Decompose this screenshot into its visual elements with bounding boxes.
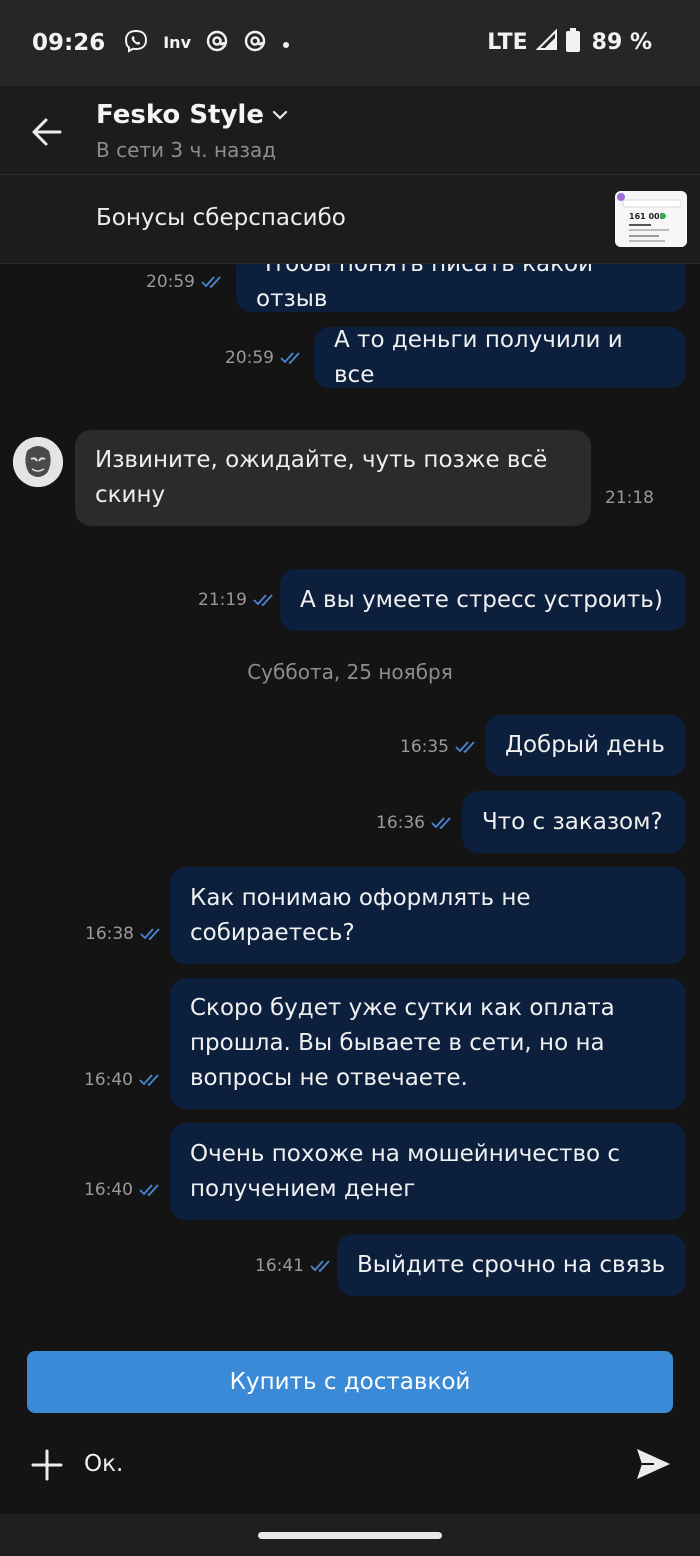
message-time: 16:38 xyxy=(85,924,134,944)
message-bubble-outgoing[interactable]: Выйдите срочно на связь xyxy=(337,1234,686,1296)
status-right: LTE 89 % xyxy=(487,28,652,56)
send-icon[interactable] xyxy=(634,1446,672,1482)
message-bubble-outgoing[interactable]: Как понимаю оформлять не собираетесь? xyxy=(170,867,686,964)
message-bubble-outgoing[interactable]: Добрый день xyxy=(485,715,686,776)
contact-name[interactable]: Fesko Style xyxy=(96,100,264,130)
day-separator: Суббота, 25 ноября xyxy=(247,660,453,684)
battery-level: 89 % xyxy=(591,29,652,55)
message-text: Как понимаю оформлять не собираетесь? xyxy=(190,884,531,946)
message-text: Чтобы понять писать какой отзыв xyxy=(256,264,594,312)
message-meta: 20:59 xyxy=(225,348,306,368)
battery-icon xyxy=(565,28,580,56)
message-time: 20:59 xyxy=(146,272,195,292)
contact-title-row[interactable]: Fesko Style xyxy=(96,100,288,130)
inv-icon: Inv xyxy=(163,32,191,52)
buy-with-delivery-button[interactable]: Купить с доставкой xyxy=(27,1351,673,1413)
dot-icon xyxy=(281,33,291,53)
message-bubble-outgoing[interactable]: Что с заказом? xyxy=(462,791,686,853)
message-meta: 16:40 xyxy=(84,1070,165,1090)
network-label: LTE xyxy=(487,29,528,55)
read-check-icon xyxy=(140,928,160,941)
message-meta: 16:36 xyxy=(376,813,457,833)
message-time: 16:35 xyxy=(400,737,449,757)
message-time: 16:40 xyxy=(84,1070,133,1090)
message-bubble-incoming[interactable]: Извините, ожидайте, чуть позже всё скину xyxy=(75,430,591,526)
read-check-icon xyxy=(455,741,475,754)
listing-thumbnail[interactable]: 161 008 xyxy=(615,191,687,247)
contact-avatar[interactable] xyxy=(13,437,63,487)
message-text: А вы умеете стресс устроить) xyxy=(300,586,663,613)
message-meta: 16:35 xyxy=(400,737,481,757)
read-check-icon xyxy=(431,817,451,830)
message-text: Очень похоже на мошейничество с получени… xyxy=(190,1140,621,1202)
message-meta: 21:19 xyxy=(198,590,279,610)
message-bubble-outgoing[interactable]: Чтобы понять писать какой отзыв xyxy=(236,264,686,312)
message-time: 16:40 xyxy=(84,1180,133,1200)
message-text: Извините, ожидайте, чуть позже всё скину xyxy=(95,447,548,508)
message-time: 16:36 xyxy=(376,813,425,833)
message-meta: 20:59 xyxy=(146,272,227,292)
message-bubble-outgoing[interactable]: Скоро будет уже сутки как оплата прошла.… xyxy=(170,978,686,1109)
at-icon xyxy=(243,29,267,56)
home-gesture-pill[interactable] xyxy=(258,1532,442,1539)
message-bubble-outgoing[interactable]: А то деньги получили и все xyxy=(314,327,686,388)
message-meta: 16:40 xyxy=(84,1180,165,1200)
listing-bar[interactable]: Бонусы сберспасибо 161 008 xyxy=(0,175,700,264)
at-icon xyxy=(205,29,229,56)
viber-icon xyxy=(123,28,149,57)
message-time: 21:19 xyxy=(198,590,247,610)
message-text: Что с заказом? xyxy=(482,808,663,835)
message-time: 20:59 xyxy=(225,348,274,368)
message-meta: 16:41 xyxy=(255,1256,336,1276)
contact-status: В сети 3 ч. назад xyxy=(96,138,277,162)
read-check-icon xyxy=(201,276,221,289)
attach-plus-icon[interactable] xyxy=(30,1448,64,1482)
chat-header: Fesko Style В сети 3 ч. назад xyxy=(0,86,700,175)
message-meta: 16:38 xyxy=(85,924,166,944)
status-bar: 09:26 Inv LTE 89 % xyxy=(0,0,700,86)
message-text: Скоро будет уже сутки как оплата прошла.… xyxy=(190,995,615,1091)
read-check-icon xyxy=(310,1260,330,1273)
read-check-icon xyxy=(253,594,273,607)
message-bubble-outgoing[interactable]: А вы умеете стресс устроить) xyxy=(280,569,686,631)
message-composer xyxy=(0,1432,700,1498)
message-input[interactable] xyxy=(84,1446,604,1482)
system-nav-bar xyxy=(0,1514,700,1556)
message-time: 21:18 xyxy=(605,488,654,508)
read-check-icon xyxy=(139,1184,159,1197)
message-text: А то деньги получили и все xyxy=(334,326,623,388)
status-time: 09:26 xyxy=(32,29,106,56)
status-left: 09:26 Inv xyxy=(32,28,291,57)
message-meta: 21:18 xyxy=(605,488,654,508)
message-text: Выйдите срочно на связь xyxy=(357,1251,666,1278)
back-arrow-icon[interactable] xyxy=(30,116,64,148)
signal-icon xyxy=(535,28,558,55)
read-check-icon xyxy=(139,1074,159,1087)
chevron-down-icon[interactable] xyxy=(272,106,288,125)
read-check-icon xyxy=(280,352,300,365)
listing-title[interactable]: Бонусы сберспасибо xyxy=(96,205,346,231)
message-bubble-outgoing[interactable]: Очень похоже на мошейничество с получени… xyxy=(170,1123,686,1220)
message-time: 16:41 xyxy=(255,1256,304,1276)
message-list[interactable]: 20:59 Чтобы понять писать какой отзыв 20… xyxy=(0,264,700,1334)
message-text: Добрый день xyxy=(505,732,665,758)
